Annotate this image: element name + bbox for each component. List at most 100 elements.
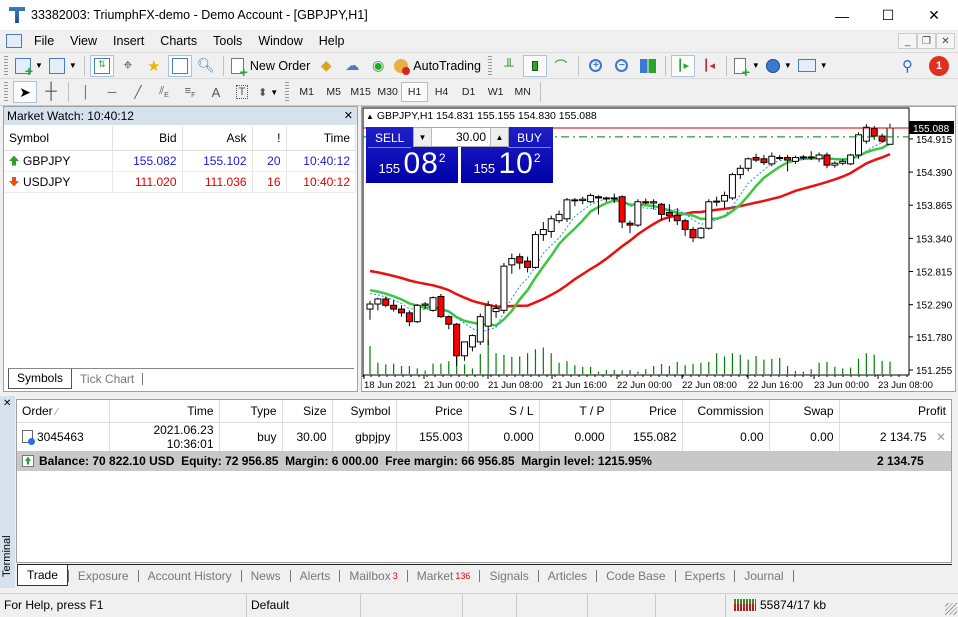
maximize-button[interactable]: ☐ xyxy=(865,0,911,31)
timeframe-mn[interactable]: MN xyxy=(509,82,536,102)
close-button[interactable]: ✕ xyxy=(911,0,957,31)
navigator-button[interactable]: ★ xyxy=(142,55,166,77)
timeframe-m5[interactable]: M5 xyxy=(320,82,347,102)
collapse-arrow-icon[interactable]: ▲ xyxy=(366,112,374,121)
toolbar-grip[interactable] xyxy=(4,82,8,102)
column-profit[interactable]: Profit xyxy=(839,400,951,423)
zoom-out-button[interactable]: − xyxy=(610,55,634,77)
column-time[interactable]: Time xyxy=(109,400,220,423)
new-order-button[interactable]: + New Order xyxy=(229,55,312,79)
zoom-in-button[interactable]: + xyxy=(584,55,608,77)
chart-window-icon[interactable] xyxy=(6,34,22,48)
mdi-minimize-button[interactable]: _ xyxy=(898,33,917,49)
vps-button[interactable]: ☁ xyxy=(340,55,364,77)
column-spread[interactable]: ! xyxy=(252,126,287,151)
close-order-icon[interactable]: ✕ xyxy=(936,430,946,444)
menu-help[interactable]: Help xyxy=(311,34,353,48)
column-symbol[interactable]: Symbol xyxy=(4,126,113,151)
candlestick-chart-button[interactable] xyxy=(522,54,547,77)
equidistant-channel-tool[interactable]: ⫽E xyxy=(152,81,176,103)
timeframe-m1[interactable]: M1 xyxy=(293,82,320,102)
lot-size-stepper[interactable]: ▼ 30.00 ▲ xyxy=(413,127,509,147)
symbol-row[interactable]: USDJPY 111.020 111.036 16 10:40:12 xyxy=(4,171,356,193)
toolbar-grip[interactable] xyxy=(4,55,8,76)
timeframe-h1[interactable]: H1 xyxy=(401,82,429,102)
text-label-tool[interactable]: T xyxy=(230,81,254,103)
menu-window[interactable]: Window xyxy=(250,34,310,48)
column-size[interactable]: Size xyxy=(282,400,333,423)
menu-insert[interactable]: Insert xyxy=(105,34,152,48)
lot-size-input[interactable]: 30.00 xyxy=(432,128,490,146)
symbol-row[interactable]: GBPJPY 155.082 155.102 20 10:40:12 xyxy=(4,150,356,172)
strategy-tester-button[interactable]: 🔍︎ xyxy=(194,55,218,77)
column-sl[interactable]: S / L xyxy=(468,400,540,423)
tab-account-history[interactable]: Account History xyxy=(139,565,241,586)
increase-lot-button[interactable]: ▲ xyxy=(490,128,508,146)
tab-code-base[interactable]: Code Base xyxy=(597,565,674,586)
cursor-tool[interactable]: ➤ xyxy=(13,81,37,103)
tab-symbols[interactable]: Symbols xyxy=(8,368,73,389)
column-order[interactable]: Order ⁄ xyxy=(17,400,110,423)
tab-articles[interactable]: Articles xyxy=(539,565,596,586)
indicators-button[interactable]: + ▼ xyxy=(732,55,762,79)
column-swap[interactable]: Swap xyxy=(769,400,840,423)
mdi-restore-button[interactable]: ❐ xyxy=(917,33,936,49)
new-chart-button[interactable]: + ▼ xyxy=(13,55,45,78)
column-bid[interactable]: Bid xyxy=(112,126,183,151)
timeframe-m15[interactable]: M15 xyxy=(347,82,374,102)
column-tp[interactable]: T / P xyxy=(539,400,611,423)
decrease-lot-button[interactable]: ▼ xyxy=(414,128,432,146)
vertical-line-tool[interactable]: │ xyxy=(74,81,98,103)
mdi-close-button[interactable]: ✕ xyxy=(936,33,955,49)
fibonacci-tool[interactable]: ≡F xyxy=(178,81,202,103)
column-price[interactable]: Price xyxy=(396,400,469,423)
timeframe-d1[interactable]: D1 xyxy=(455,82,482,102)
templates-button[interactable]: ▼ xyxy=(796,55,830,77)
menu-tools[interactable]: Tools xyxy=(205,34,250,48)
column-symbol[interactable]: Symbol xyxy=(332,400,397,423)
column-current-price[interactable]: Price xyxy=(610,400,683,423)
tab-journal[interactable]: Journal xyxy=(735,565,792,586)
tab-trade[interactable]: Trade xyxy=(17,564,68,586)
tab-experts[interactable]: Experts xyxy=(676,565,735,586)
tab-signals[interactable]: Signals xyxy=(480,565,537,586)
column-type[interactable]: Type xyxy=(219,400,283,423)
column-commission[interactable]: Commission xyxy=(682,400,770,423)
toolbar-grip[interactable] xyxy=(285,82,290,102)
signals-button[interactable]: ◉ xyxy=(366,55,390,77)
market-watch-toggle[interactable]: ⇅ xyxy=(89,54,114,77)
toolbar-grip[interactable] xyxy=(487,55,492,76)
metaeditor-button[interactable]: ◆ xyxy=(314,55,338,77)
text-tool[interactable]: A xyxy=(204,81,228,103)
menu-charts[interactable]: Charts xyxy=(152,34,205,48)
column-time[interactable]: Time xyxy=(286,126,356,151)
tab-market[interactable]: Market 136 xyxy=(408,565,480,586)
notification-badge[interactable]: 1 xyxy=(929,56,949,76)
chart-window[interactable]: 154.915 154.390 153.865 153.340 152.815 152.2… xyxy=(361,106,956,392)
close-icon[interactable]: ✕ xyxy=(344,109,353,122)
terminal-toggle[interactable] xyxy=(167,54,192,77)
auto-scroll-button[interactable]: ┃▸ xyxy=(670,54,695,77)
periods-button[interactable]: ▼ xyxy=(764,55,794,77)
profiles-button[interactable]: ▼ xyxy=(47,55,79,77)
autotrading-button[interactable]: AutoTrading xyxy=(392,55,483,77)
arrows-tool[interactable]: ⬍ ▼ xyxy=(256,81,280,103)
crosshair-tool[interactable]: ┼ xyxy=(39,81,63,103)
tab-tick-chart[interactable]: Tick Chart xyxy=(72,369,142,389)
bar-chart-button[interactable]: ╨ xyxy=(497,55,521,77)
tab-alerts[interactable]: Alerts xyxy=(291,565,340,586)
tab-news[interactable]: News xyxy=(242,565,290,586)
line-chart-button[interactable]: ⌒ xyxy=(549,55,573,77)
order-row[interactable]: 3045463 2021.06.23 10:36:01 buy 30.00 gb… xyxy=(17,422,951,451)
tab-mailbox[interactable]: Mailbox 3 xyxy=(340,565,406,586)
minimize-button[interactable]: — xyxy=(819,0,865,31)
horizontal-line-tool[interactable]: ─ xyxy=(100,81,124,103)
trendline-tool[interactable]: ╱ xyxy=(126,81,150,103)
column-ask[interactable]: Ask xyxy=(182,126,253,151)
timeframe-m30[interactable]: M30 xyxy=(374,82,401,102)
timeframe-h4[interactable]: H4 xyxy=(428,82,455,102)
tile-windows-button[interactable] xyxy=(636,55,660,77)
menu-view[interactable]: View xyxy=(62,34,105,48)
tab-exposure[interactable]: Exposure xyxy=(69,565,138,586)
close-icon[interactable]: ✕ xyxy=(3,398,11,409)
